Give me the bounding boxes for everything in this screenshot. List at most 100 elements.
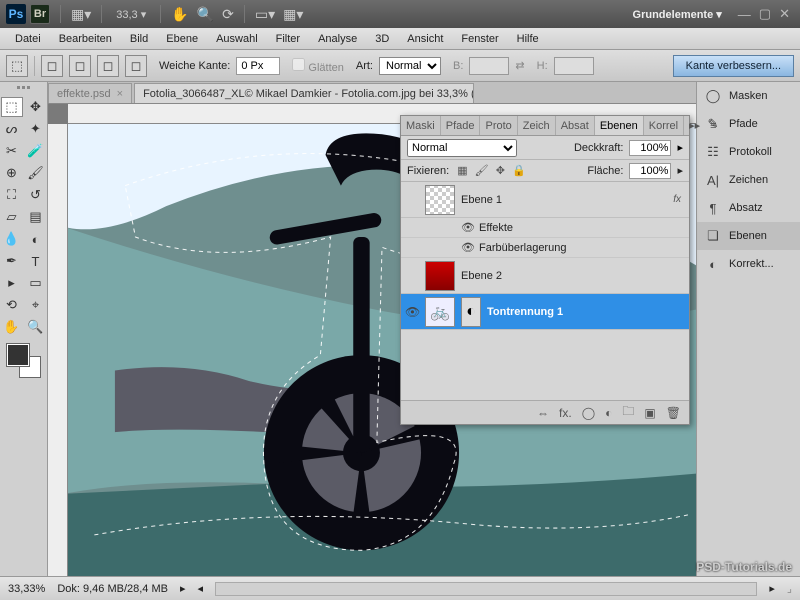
fx-indicator[interactable]: fx: [673, 194, 685, 205]
group-icon[interactable]: 🗀: [622, 402, 634, 423]
maximize-icon[interactable]: ▢: [759, 6, 771, 22]
scroll-right-icon[interactable]: ▸: [769, 582, 775, 595]
resize-grip-icon[interactable]: ⌟: [787, 582, 792, 595]
tab-effekte[interactable]: effekte.psd×: [48, 83, 132, 103]
opacity-flyout-icon[interactable]: ▸: [677, 141, 683, 154]
ptab-absatz[interactable]: Absat: [556, 116, 595, 135]
3d-tool[interactable]: ⟲: [1, 295, 23, 315]
blur-tool[interactable]: 💧: [1, 229, 23, 249]
panel-menu-icon[interactable]: ≡: [705, 116, 721, 135]
panel-collapse-icon[interactable]: ▸▸: [684, 116, 705, 135]
tab-close-icon[interactable]: ×: [117, 88, 123, 100]
lock-pixels-icon[interactable]: 🖌: [475, 165, 489, 177]
menu-ebene[interactable]: Ebene: [157, 33, 207, 45]
rotate-icon[interactable]: ⟳: [222, 6, 234, 23]
3d-camera-tool[interactable]: ⌖: [25, 295, 47, 315]
new-layer-icon[interactable]: ▣: [644, 406, 655, 420]
menu-hilfe[interactable]: Hilfe: [508, 33, 548, 45]
status-doc-info[interactable]: Dok: 9,46 MB/28,4 MB: [57, 583, 168, 595]
lock-transparency-icon[interactable]: ▦: [457, 165, 467, 177]
stamp-tool[interactable]: ⛶: [1, 185, 23, 205]
scroll-left-icon[interactable]: ◂: [198, 582, 204, 595]
link-layers-icon[interactable]: ⇔: [537, 406, 549, 420]
ptab-korrekturen[interactable]: Korrel: [644, 116, 684, 135]
new-selection-icon[interactable]: ◻: [41, 55, 63, 77]
opacity-input[interactable]: [629, 140, 671, 156]
horizontal-scrollbar[interactable]: [215, 582, 757, 596]
pen-tool[interactable]: ✒: [1, 251, 23, 271]
status-flyout-icon[interactable]: ▸: [180, 582, 186, 595]
refine-edge-button[interactable]: Kante verbessern...: [673, 55, 794, 77]
eyedropper-tool[interactable]: 🧪: [25, 141, 47, 161]
menu-filter[interactable]: Filter: [267, 33, 309, 45]
style-select[interactable]: Normal: [379, 57, 441, 75]
marquee-tool-preset[interactable]: ⬚: [6, 55, 28, 77]
menu-3d[interactable]: 3D: [366, 33, 398, 45]
tab-fotolia[interactable]: Fotolia_3066487_XL© Mikael Damkier - Fot…: [134, 83, 474, 103]
ptab-protokoll[interactable]: Proto: [480, 116, 517, 135]
menu-bearbeiten[interactable]: Bearbeiten: [50, 33, 121, 45]
panel-korrekturen[interactable]: ◐Korrekt...: [697, 250, 800, 278]
close-icon[interactable]: ✕: [779, 6, 790, 22]
type-tool[interactable]: T: [25, 251, 47, 271]
move-tool[interactable]: ✥: [25, 97, 47, 117]
layers-panel[interactable]: Maski Pfade Proto Zeich Absat Ebenen Kor…: [400, 115, 690, 425]
menu-fenster[interactable]: Fenster: [452, 33, 507, 45]
ptab-pfade[interactable]: Pfade: [441, 116, 481, 135]
healing-tool[interactable]: ⊕: [1, 163, 23, 183]
layer-row[interactable]: Ebene 1 fx: [401, 182, 689, 218]
feather-input[interactable]: [236, 57, 280, 75]
brush-tool[interactable]: 🖌: [25, 163, 47, 183]
screen-mode-icon[interactable]: ▭▾: [255, 6, 275, 23]
menu-auswahl[interactable]: Auswahl: [207, 33, 267, 45]
layout-icon[interactable]: ▦▾: [71, 6, 91, 23]
fill-input[interactable]: [629, 163, 671, 179]
panel-protokoll[interactable]: ☷Protokoll: [697, 138, 800, 166]
gradient-tool[interactable]: ▤: [25, 207, 47, 227]
path-tool[interactable]: ▸: [1, 273, 23, 293]
layer-thumb[interactable]: [425, 185, 455, 215]
panel-ebenen[interactable]: ❏Ebenen: [697, 222, 800, 250]
intersect-selection-icon[interactable]: ◻: [125, 55, 147, 77]
delete-layer-icon[interactable]: 🗑: [666, 406, 681, 420]
workspace-switcher[interactable]: Grundelemente ▾: [633, 8, 722, 21]
layer-name[interactable]: Tontrennung 1: [487, 306, 563, 318]
layer-row[interactable]: Ebene 2: [401, 258, 689, 294]
visibility-icon[interactable]: 👁: [461, 221, 473, 234]
color-swatch[interactable]: [7, 344, 41, 378]
zoom-tool[interactable]: 🔍: [25, 317, 47, 337]
fx-effects-row[interactable]: 👁Effekte: [401, 218, 689, 238]
ptab-ebenen[interactable]: Ebenen: [595, 116, 644, 135]
zoom-icon[interactable]: 🔍: [197, 6, 214, 23]
panel-zeichen[interactable]: A|Zeichen: [697, 166, 800, 194]
minimize-icon[interactable]: —: [738, 7, 751, 22]
layer-name[interactable]: Ebene 1: [461, 194, 502, 206]
layer-thumb[interactable]: 🚲: [425, 297, 455, 327]
fx-coloroverlay-row[interactable]: 👁Farbüberlagerung: [401, 238, 689, 258]
layer-style-icon[interactable]: fx.: [559, 406, 572, 420]
panel-masken[interactable]: ◯Masken: [697, 82, 800, 110]
menu-analyse[interactable]: Analyse: [309, 33, 366, 45]
layer-mask-icon[interactable]: ◯: [582, 406, 595, 420]
add-selection-icon[interactable]: ◻: [69, 55, 91, 77]
wand-tool[interactable]: ✦: [25, 119, 47, 139]
lock-position-icon[interactable]: ✥: [496, 165, 505, 177]
visibility-icon[interactable]: [405, 269, 419, 283]
panel-absatz[interactable]: ¶Absatz: [697, 194, 800, 222]
visibility-icon[interactable]: 👁: [405, 305, 419, 319]
marquee-tool[interactable]: ⬚: [1, 97, 23, 117]
photoshop-icon[interactable]: Ps: [6, 4, 26, 24]
menu-ansicht[interactable]: Ansicht: [398, 33, 452, 45]
fill-flyout-icon[interactable]: ▸: [677, 164, 683, 177]
visibility-icon[interactable]: 👁: [461, 241, 473, 254]
hand-tool[interactable]: ✋: [1, 317, 23, 337]
blend-mode-select[interactable]: Normal: [407, 139, 517, 157]
bridge-icon[interactable]: Br: [30, 4, 50, 24]
arrange-icon[interactable]: ▦▾: [283, 6, 303, 23]
layer-name[interactable]: Ebene 2: [461, 270, 502, 282]
adjustment-layer-icon[interactable]: ◐: [605, 406, 612, 420]
zoom-level[interactable]: 33,3 ▾: [116, 8, 146, 21]
layer-row[interactable]: 👁 🚲 ◐ Tontrennung 1: [401, 294, 689, 330]
layer-thumb[interactable]: [425, 261, 455, 291]
lasso-tool[interactable]: ᔕ: [1, 119, 23, 139]
